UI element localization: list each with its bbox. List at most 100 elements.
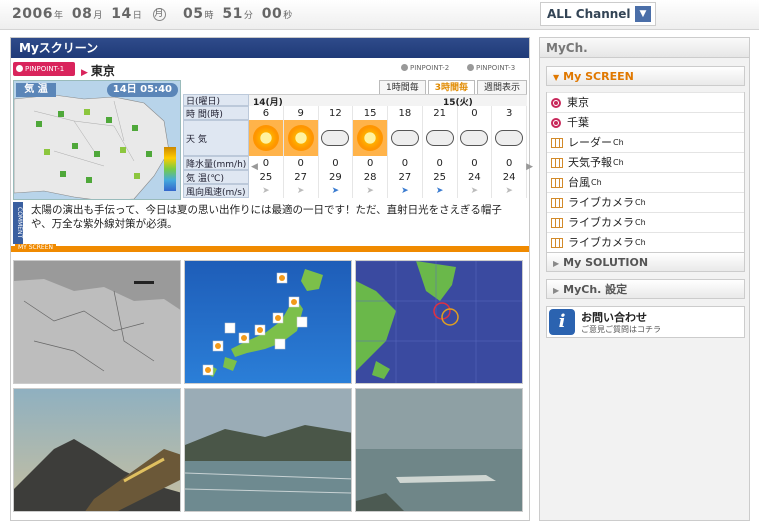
wind-cell: ➤ bbox=[388, 184, 423, 198]
sun-icon bbox=[287, 125, 314, 151]
wind-arrow-icon: ➤ bbox=[470, 186, 479, 196]
all-channel-label: ALL Channel bbox=[547, 7, 631, 21]
panel-title: Myスクリーン bbox=[11, 38, 529, 58]
wind-arrow-icon: ➤ bbox=[435, 186, 444, 196]
tab-weekly[interactable]: 週間表示 bbox=[476, 80, 527, 94]
prev-arrow-icon[interactable]: ◀ bbox=[251, 162, 258, 172]
weather-cell bbox=[283, 120, 319, 156]
sun-icon bbox=[252, 125, 279, 151]
wind-cell: ➤ bbox=[319, 184, 354, 198]
expand-down-icon: ▼ bbox=[553, 73, 560, 82]
wind-arrow-icon: ➤ bbox=[505, 186, 513, 196]
weather-cell bbox=[492, 120, 527, 156]
list-item-livecam-3[interactable]: ライブカメラ Ch bbox=[547, 232, 744, 252]
top-bar: 2006年 08月 14日 月 05時 51分 00秒 ALL Channel … bbox=[0, 0, 759, 30]
hour-cell: 21 bbox=[423, 106, 458, 120]
dropdown-arrow-icon[interactable]: ▼ bbox=[635, 6, 651, 22]
radar-thumbnail[interactable] bbox=[13, 260, 181, 384]
grid-icon bbox=[551, 197, 563, 208]
grid-icon bbox=[551, 237, 563, 248]
temperature-map[interactable]: 気 温 14日 05:40 bbox=[13, 80, 181, 200]
wind-cell: ➤ bbox=[423, 184, 458, 198]
wind-cell: ➤ bbox=[458, 184, 493, 198]
live-camera-1-thumbnail[interactable] bbox=[13, 388, 181, 512]
weather-cell bbox=[319, 120, 354, 156]
temperature-cell: 24 bbox=[492, 170, 527, 184]
list-item-typhoon[interactable]: 台風 Ch bbox=[547, 172, 744, 192]
grid-icon bbox=[551, 217, 563, 228]
forecast-comment: COMMENT 太陽の演出も手伝って、今日は夏の思い出作りには最適の一日です！た… bbox=[13, 202, 527, 246]
list-item-radar[interactable]: レーダー Ch bbox=[547, 132, 744, 152]
row-label: 天 気 bbox=[183, 120, 249, 156]
temperature-cell: 25 bbox=[249, 170, 284, 184]
grid-icon bbox=[551, 177, 563, 188]
my-screen-label: MY SCREEN bbox=[15, 244, 56, 251]
live-camera-2-thumbnail[interactable] bbox=[184, 388, 352, 512]
weather-cell bbox=[423, 120, 458, 156]
list-item-tokyo[interactable]: 東京 bbox=[547, 92, 744, 112]
hour-row: 時 間(時) 6 9 12 15 18 21 0 3 bbox=[183, 106, 527, 120]
rain-cell: 0 bbox=[423, 156, 458, 170]
hour-cell: 15 bbox=[353, 106, 388, 120]
typhoon-thumbnail[interactable] bbox=[355, 260, 523, 384]
contact-box[interactable]: i お問い合わせ ご意見ご質問はコチラ bbox=[546, 306, 745, 338]
live-camera-3-thumbnail[interactable] bbox=[355, 388, 523, 512]
temperature-cell: 29 bbox=[319, 170, 354, 184]
temperature-cell: 24 bbox=[458, 170, 493, 184]
wind-arrow-icon: ➤ bbox=[366, 186, 374, 196]
temperature-cell: 25 bbox=[423, 170, 458, 184]
pinpoint-1-tab[interactable]: PINPOINT-1 bbox=[13, 62, 75, 76]
map-time: 14日 05:40 bbox=[106, 83, 178, 97]
list-item-chiba[interactable]: 千葉 bbox=[547, 112, 744, 132]
weather-cell bbox=[353, 120, 388, 156]
tab-3-hourly[interactable]: 3時間毎 bbox=[427, 80, 475, 94]
grid-icon bbox=[551, 157, 563, 168]
all-channel-dropdown[interactable]: ALL Channel ▼ bbox=[540, 2, 656, 26]
rain-cell: 0 bbox=[284, 156, 319, 170]
date-row: 日(曜日) 14(月) 15(火) bbox=[183, 94, 527, 108]
pinpoint-3-tab[interactable]: PINPOINT-3 bbox=[467, 64, 515, 72]
cloud-icon bbox=[390, 130, 419, 146]
temperature-cell: 27 bbox=[284, 170, 319, 184]
sidebar-title: MyCh. bbox=[540, 38, 749, 58]
location-name: ▶ 東京 bbox=[81, 64, 115, 78]
wind-cell: ➤ bbox=[249, 184, 284, 198]
mych-sidebar: MyCh. ▼ My SCREEN 東京 千葉 レーダー Ch 天気予報 Ch 台風 C… bbox=[539, 37, 750, 521]
wind-arrow-icon: ➤ bbox=[296, 186, 305, 196]
mych-settings-section[interactable]: ▶ MyCh. 設定 bbox=[546, 279, 745, 299]
my-solution-section[interactable]: ▶ My SOLUTION bbox=[546, 252, 745, 272]
hour-cell: 3 bbox=[492, 106, 527, 120]
wind-arrow-icon: ➤ bbox=[331, 186, 340, 196]
weather-row: 天 気 bbox=[183, 120, 527, 156]
list-item-forecast[interactable]: 天気予報 Ch bbox=[547, 152, 744, 172]
hour-cell: 0 bbox=[458, 106, 493, 120]
my-screen-divider bbox=[11, 246, 529, 252]
my-screen-section[interactable]: ▼ My SCREEN bbox=[546, 66, 745, 86]
info-icon: i bbox=[549, 309, 575, 335]
temperature-cell: 28 bbox=[353, 170, 388, 184]
wind-row: 風向風速(m/s) ➤ ➤ ➤ ➤ ➤ ➤ ➤ ➤ bbox=[183, 184, 527, 198]
wind-arrow-icon: ➤ bbox=[401, 186, 409, 196]
wind-cell: ➤ bbox=[353, 184, 388, 198]
next-arrow-icon[interactable]: ▶ bbox=[526, 162, 533, 172]
comment-text: 太陽の演出も手伝って、今日は夏の思い出作りには最適の一日です！ただ、直射日光をさ… bbox=[31, 204, 502, 230]
my-screen-list: 東京 千葉 レーダー Ch 天気予報 Ch 台風 Ch ライブカメラ Ch ライブカメラ… bbox=[546, 92, 745, 253]
cloud-icon bbox=[425, 130, 454, 146]
pinpoint-2-tab[interactable]: PINPOINT-2 bbox=[401, 64, 449, 72]
tab-hourly[interactable]: 1時間毎 bbox=[378, 80, 426, 94]
cloud-icon bbox=[460, 130, 489, 146]
comment-tag: COMMENT bbox=[13, 202, 23, 244]
contact-title: お問い合わせ bbox=[581, 311, 647, 324]
grid-icon bbox=[551, 137, 563, 148]
radio-icon bbox=[551, 117, 561, 128]
map-graphic bbox=[14, 94, 170, 199]
hour-cell: 18 bbox=[388, 106, 423, 120]
weather-map-thumbnail[interactable] bbox=[184, 260, 352, 384]
weather-cell bbox=[388, 120, 423, 156]
expand-right-icon: ▶ bbox=[553, 286, 560, 295]
rain-cell: 0 bbox=[458, 156, 493, 170]
wind-cell: ➤ bbox=[492, 184, 527, 198]
list-item-livecam-2[interactable]: ライブカメラ Ch bbox=[547, 212, 744, 232]
rain-cell: 0 bbox=[353, 156, 388, 170]
list-item-livecam-1[interactable]: ライブカメラ Ch bbox=[547, 192, 744, 212]
